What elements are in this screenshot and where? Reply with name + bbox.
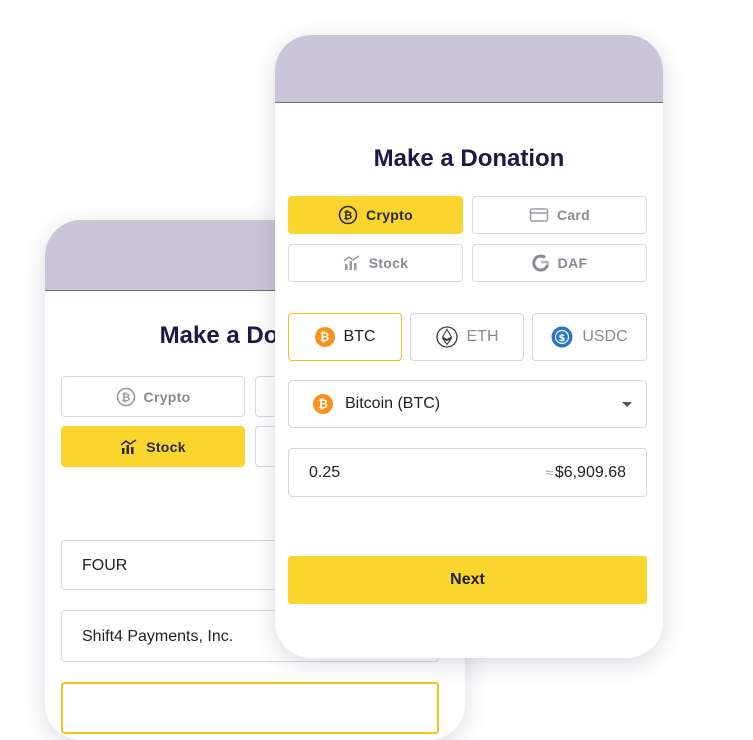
crypto-amount-value: 0.25: [309, 463, 341, 481]
back-tab-crypto[interactable]: ₿ Crypto: [61, 376, 245, 417]
currency-select-label: Bitcoin (BTC): [345, 395, 441, 412]
bitcoin-icon: ₿: [313, 394, 333, 414]
usd-equivalent-value: $6,909.68: [554, 463, 626, 481]
daf-logo-icon: [531, 254, 549, 272]
ethereum-icon: [435, 326, 458, 348]
back-tab-crypto-label: Crypto: [143, 388, 191, 405]
bitcoin-icon: ₿: [338, 205, 358, 225]
svg-text:₿: ₿: [121, 391, 130, 404]
front-page-title: Make a Donation: [373, 145, 565, 172]
stock-chart-icon: [343, 255, 360, 270]
front-donation-card: Make a Donation ₿ Crypto Card Stock DAF: [275, 35, 663, 658]
tab-card[interactable]: Card: [472, 196, 647, 234]
usdc-icon: $: [551, 326, 573, 348]
coin-btc[interactable]: ₿ BTC: [288, 313, 402, 361]
front-card-header: [275, 35, 663, 103]
svg-text:₿: ₿: [343, 209, 352, 222]
bitcoin-icon: ₿: [116, 387, 135, 406]
coin-usdc[interactable]: $ USDC: [532, 313, 647, 361]
tab-daf[interactable]: DAF: [472, 244, 647, 282]
bitcoin-icon: ₿: [314, 327, 335, 347]
amount-input[interactable]: [61, 682, 439, 734]
svg-text:$: $: [559, 333, 566, 344]
chevron-down-icon: [622, 401, 632, 407]
back-tab-stock[interactable]: Stock: [61, 426, 245, 467]
next-button-label: Next: [450, 571, 485, 588]
tab-daf-label: DAF: [557, 255, 588, 271]
coin-usdc-label: USDC: [582, 328, 628, 345]
tab-crypto-label: Crypto: [366, 207, 413, 223]
coin-btc-label: BTC: [343, 328, 376, 345]
tab-card-label: Card: [556, 207, 591, 223]
credit-card-icon: [529, 208, 549, 222]
ticker-input-value: FOUR: [82, 557, 128, 574]
crypto-amount-input[interactable]: 0.25 ≈ $6,909.68: [288, 448, 647, 497]
company-input-value: Shift4 Payments, Inc.: [82, 628, 234, 645]
coin-eth-label: ETH: [466, 328, 499, 345]
currency-select[interactable]: ₿ Bitcoin (BTC): [288, 380, 647, 428]
approx-sign: ≈: [545, 465, 553, 480]
next-button[interactable]: Next: [288, 556, 647, 604]
tab-stock-label: Stock: [368, 255, 409, 271]
stock-chart-icon: [120, 438, 137, 454]
tab-stock[interactable]: Stock: [288, 244, 463, 282]
tab-crypto[interactable]: ₿ Crypto: [288, 196, 463, 234]
back-tab-stock-label: Stock: [146, 438, 186, 455]
coin-eth[interactable]: ETH: [410, 313, 524, 361]
